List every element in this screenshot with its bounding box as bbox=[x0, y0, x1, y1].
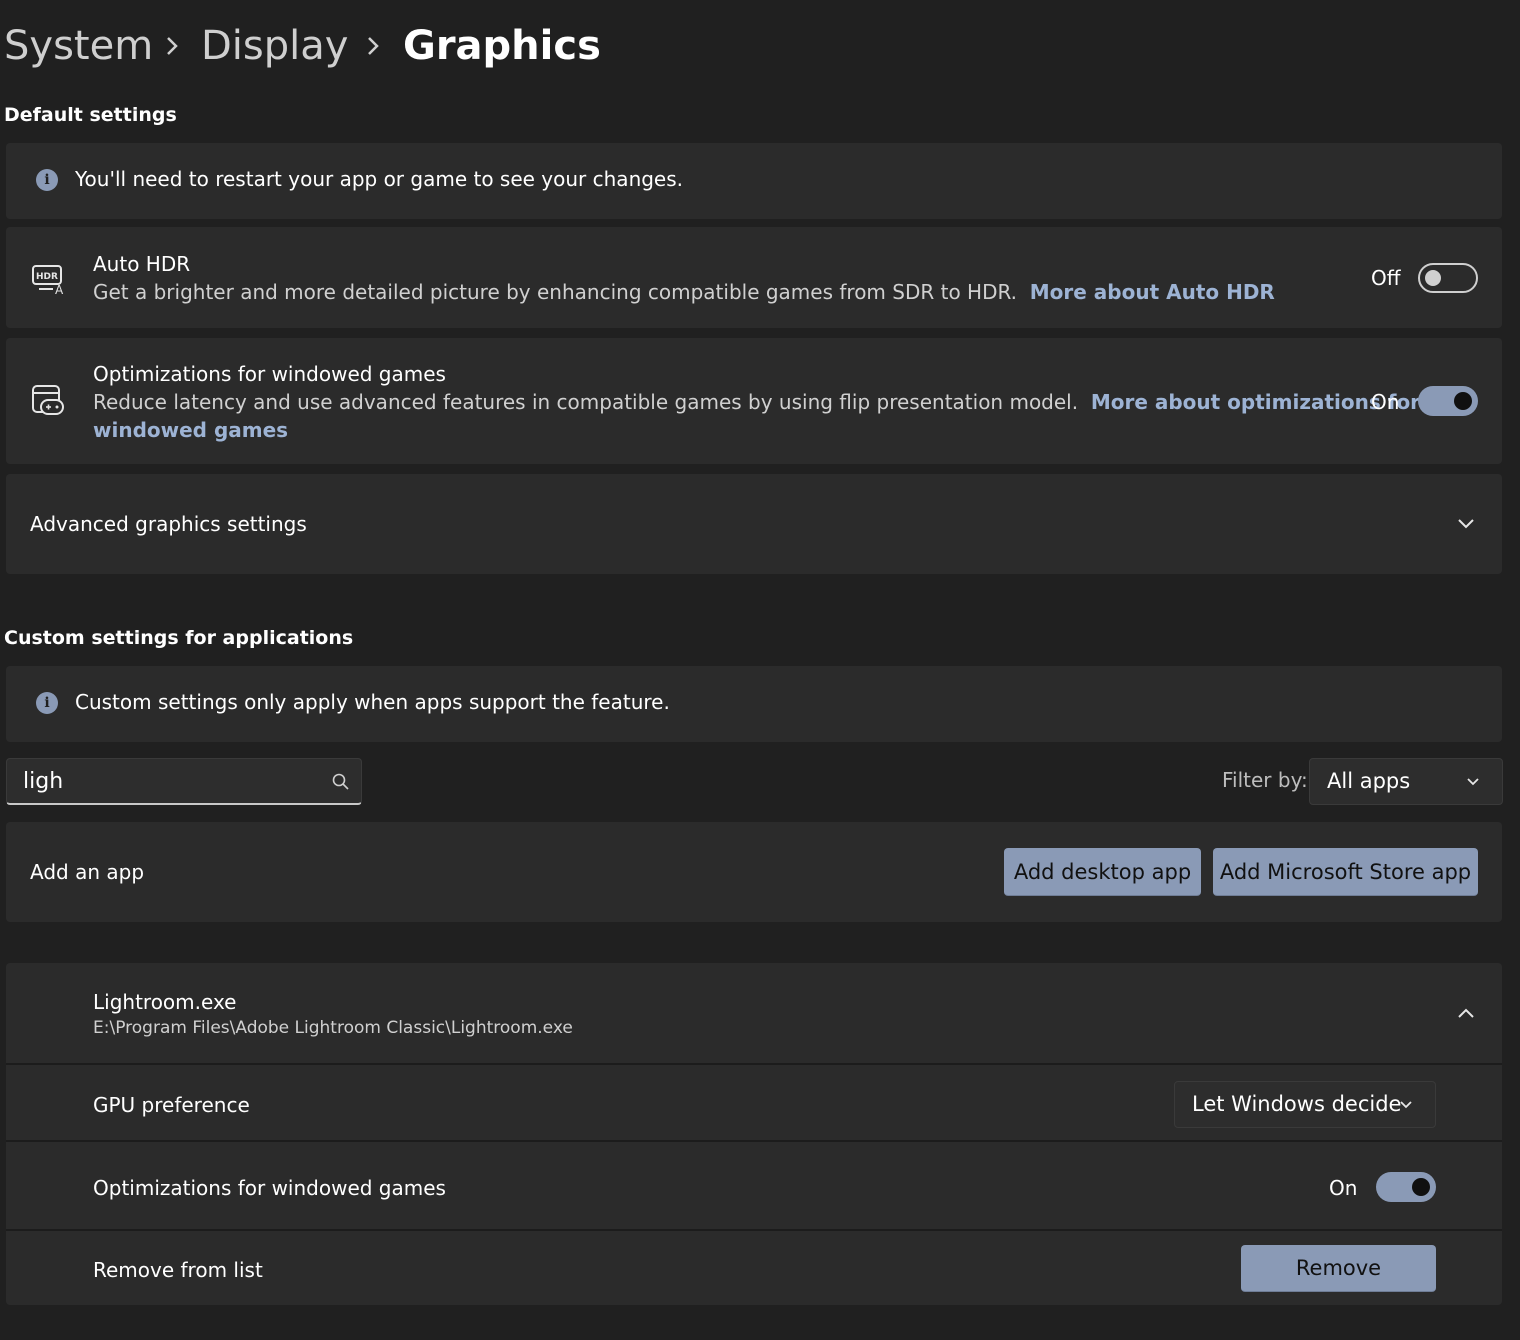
page-title: Graphics bbox=[403, 23, 601, 69]
app-windowed-optimizations-state-label: On bbox=[1329, 1176, 1358, 1200]
app-windowed-optimizations-label: Optimizations for windowed games bbox=[93, 1176, 446, 1200]
svg-text:HDR: HDR bbox=[36, 272, 58, 282]
add-microsoft-store-app-button[interactable]: Add Microsoft Store app bbox=[1213, 848, 1478, 896]
chevron-right-icon bbox=[167, 37, 178, 55]
windowed-optimizations-card: Optimizations for windowed games Reduce … bbox=[6, 338, 1502, 464]
windowed-optimizations-description-text: Reduce latency and use advanced features… bbox=[93, 390, 1079, 414]
more-about-windowed-link-line2[interactable]: windowed games bbox=[93, 418, 288, 442]
info-icon: i bbox=[36, 692, 58, 714]
windowed-optimizations-title: Optimizations for windowed games bbox=[93, 362, 446, 386]
divider bbox=[6, 1140, 1502, 1142]
svg-text:A: A bbox=[55, 283, 64, 295]
game-window-icon bbox=[32, 385, 64, 415]
app-path: E:\Program Files\Adobe Lightroom Classic… bbox=[93, 1018, 573, 1038]
gpu-preference-dropdown[interactable]: Let Windows decide bbox=[1174, 1081, 1436, 1128]
app-entry-header[interactable]: Lightroom.exe E:\Program Files\Adobe Lig… bbox=[6, 963, 1502, 1063]
add-app-card: Add an app Add desktop app Add Microsoft… bbox=[6, 822, 1502, 922]
toggle-knob bbox=[1412, 1178, 1430, 1196]
add-app-label: Add an app bbox=[30, 860, 145, 884]
divider bbox=[6, 1063, 1502, 1065]
restart-info-bar: i You'll need to restart your app or gam… bbox=[6, 143, 1502, 219]
auto-hdr-title: Auto HDR bbox=[93, 252, 191, 276]
windowed-optimizations-toggle[interactable] bbox=[1418, 386, 1478, 416]
custom-info-bar: i Custom settings only apply when apps s… bbox=[6, 666, 1502, 742]
advanced-graphics-settings-label: Advanced graphics settings bbox=[30, 512, 307, 536]
breadcrumb-system[interactable]: System bbox=[4, 22, 153, 70]
more-about-auto-hdr-link[interactable]: More about Auto HDR bbox=[1030, 280, 1275, 304]
hdr-icon: HDR A bbox=[32, 265, 64, 295]
custom-info-text: Custom settings only apply when apps sup… bbox=[75, 690, 670, 714]
section-title-custom: Custom settings for applications bbox=[4, 627, 354, 649]
filter-dropdown[interactable]: All apps bbox=[1309, 758, 1503, 805]
chevron-down-icon bbox=[1400, 1101, 1412, 1109]
chevron-down-icon bbox=[1467, 778, 1479, 786]
breadcrumb-display[interactable]: Display bbox=[201, 22, 348, 70]
gpu-preference-value: Let Windows decide bbox=[1192, 1092, 1402, 1116]
toggle-knob bbox=[1454, 392, 1472, 410]
app-search-box[interactable] bbox=[6, 758, 362, 805]
windowed-optimizations-state-label: On bbox=[1371, 390, 1400, 414]
app-search-input[interactable] bbox=[21, 768, 325, 795]
chevron-right-icon bbox=[368, 37, 379, 55]
advanced-graphics-settings-expander[interactable]: Advanced graphics settings bbox=[6, 474, 1502, 574]
chevron-up-icon[interactable] bbox=[1454, 1003, 1478, 1023]
auto-hdr-toggle[interactable] bbox=[1418, 263, 1478, 293]
gpu-preference-label: GPU preference bbox=[93, 1093, 250, 1117]
divider bbox=[6, 1229, 1502, 1231]
app-windowed-optimizations-toggle[interactable] bbox=[1376, 1172, 1436, 1202]
auto-hdr-description-text: Get a brighter and more detailed picture… bbox=[93, 280, 1018, 304]
auto-hdr-state-label: Off bbox=[1371, 266, 1401, 290]
filter-by-label: Filter by: bbox=[1222, 768, 1308, 792]
search-icon[interactable] bbox=[331, 772, 351, 792]
app-name: Lightroom.exe bbox=[93, 990, 237, 1014]
auto-hdr-card: HDR A Auto HDR Get a brighter and more d… bbox=[6, 227, 1502, 328]
windowed-optimizations-description: Reduce latency and use advanced features… bbox=[93, 390, 1420, 414]
add-desktop-app-button[interactable]: Add desktop app bbox=[1004, 848, 1201, 896]
filter-dropdown-value: All apps bbox=[1327, 769, 1411, 793]
chevron-down-icon[interactable] bbox=[1454, 514, 1478, 534]
auto-hdr-description: Get a brighter and more detailed picture… bbox=[93, 280, 1275, 304]
section-title-default: Default settings bbox=[4, 104, 177, 126]
remove-from-list-label: Remove from list bbox=[93, 1258, 263, 1282]
remove-button[interactable]: Remove bbox=[1241, 1245, 1436, 1292]
info-icon: i bbox=[36, 169, 58, 191]
restart-info-text: You'll need to restart your app or game … bbox=[75, 167, 684, 191]
toggle-knob bbox=[1425, 270, 1441, 286]
